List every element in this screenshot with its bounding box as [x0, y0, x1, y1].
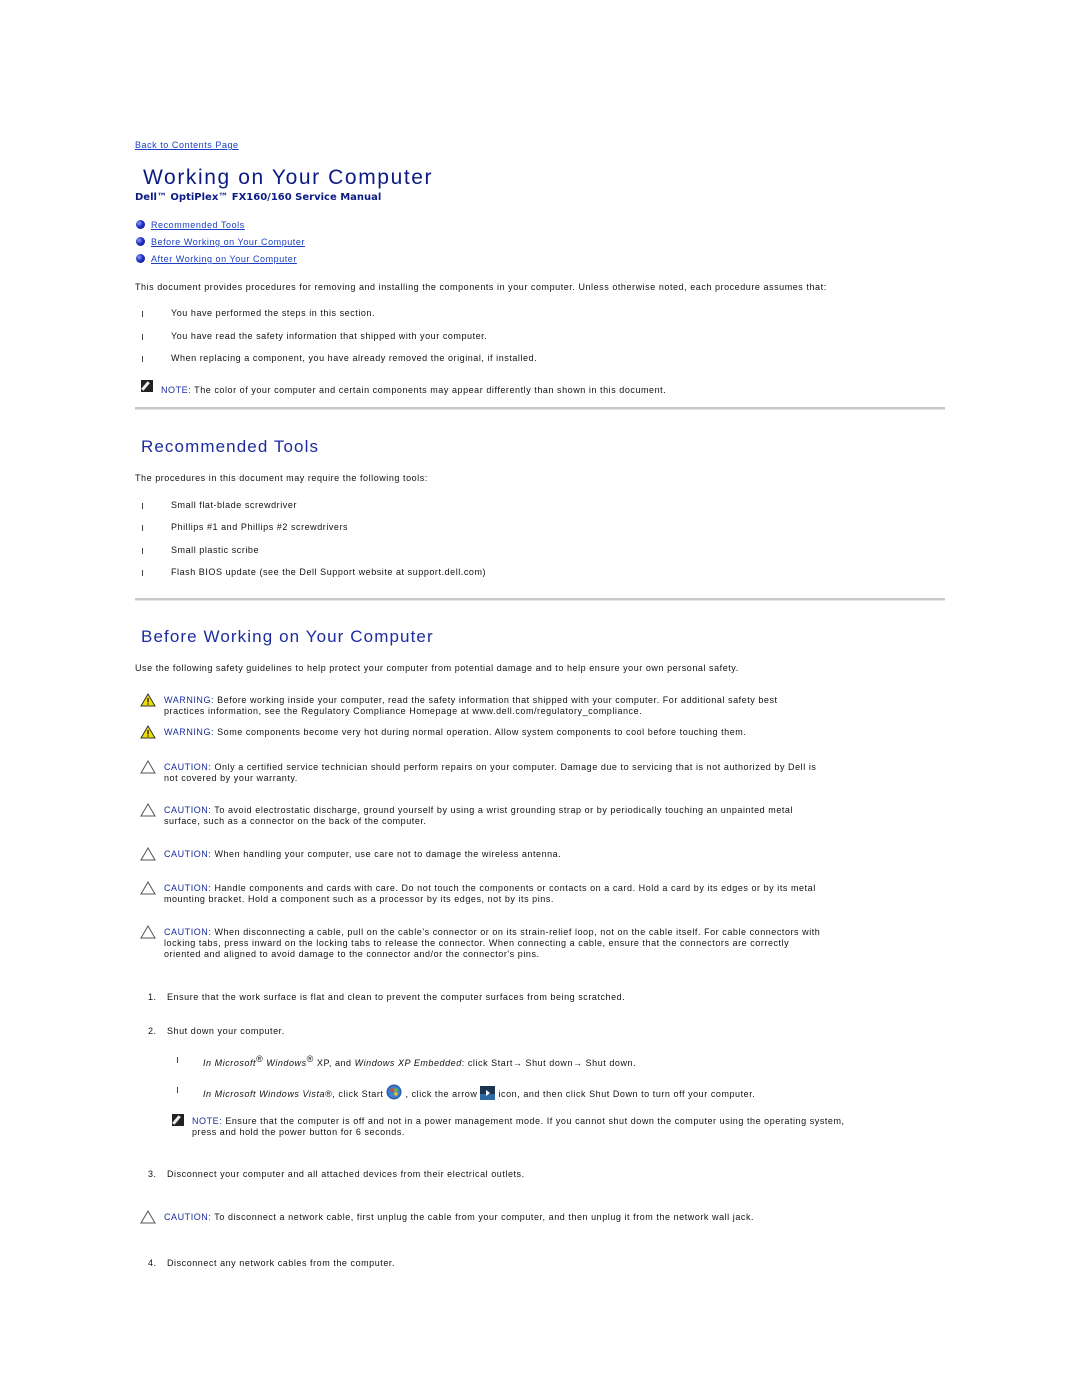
- tools-intro: The procedures in this document may requ…: [135, 473, 428, 483]
- tool-item: Flash BIOS update (see the Dell Support …: [171, 567, 487, 577]
- bullet-dot-icon: [136, 237, 145, 246]
- list-bullet: [142, 525, 143, 531]
- toc-link-after-working[interactable]: After Working on Your Computer: [151, 254, 297, 264]
- section-divider: [135, 407, 945, 410]
- list-bullet: [142, 570, 143, 576]
- caution-text: To disconnect a network cable, first unp…: [211, 1212, 755, 1222]
- note-label: NOTE:: [161, 385, 192, 395]
- manual-subtitle: Dell™ OptiPlex™ FX160/160 Service Manual: [135, 192, 382, 203]
- step-text: Disconnect any network cables from the c…: [167, 1258, 395, 1268]
- caution-label: CAUTION:: [164, 849, 212, 859]
- tool-item: Phillips #1 and Phillips #2 screwdrivers: [171, 522, 349, 532]
- caution-label: CAUTION:: [164, 927, 212, 937]
- windows-start-orb-icon: [386, 1084, 402, 1100]
- caution-triangle-icon: [140, 803, 156, 817]
- caution-text-cont: not covered by your warranty.: [164, 773, 298, 783]
- note-text: Ensure that the computer is off and not …: [222, 1116, 845, 1126]
- step-text: Disconnect your computer and all attache…: [167, 1169, 525, 1179]
- section-heading-recommended-tools: Recommended Tools: [141, 437, 320, 456]
- warning-text: Some components become very hot during n…: [214, 727, 747, 737]
- arrow-button-icon: [480, 1086, 496, 1100]
- caution-label: CAUTION:: [164, 762, 212, 772]
- caution-text-cont: surface, such as a connector on the back…: [164, 816, 427, 826]
- warning-triangle-icon: [140, 693, 156, 707]
- vista-shutdown-instruction: In Microsoft Windows Vista®, click Start…: [203, 1084, 755, 1100]
- tool-item: Small plastic scribe: [171, 545, 260, 555]
- xp-shutdown-instruction: In Microsoft® Windows® XP, and Windows X…: [203, 1054, 637, 1068]
- assumption-item: You have read the safety information tha…: [171, 331, 488, 341]
- step-text: Ensure that the work surface is flat and…: [167, 992, 626, 1002]
- back-to-contents-link[interactable]: Back to Contents Page: [135, 140, 239, 150]
- list-bullet: [142, 334, 143, 340]
- caution-text-cont: oriented and aligned to avoid damage to …: [164, 949, 540, 959]
- note-pencil-icon: [172, 1114, 184, 1126]
- step-text: Shut down your computer.: [167, 1026, 285, 1036]
- section-divider: [135, 598, 945, 601]
- warning-text-cont: practices information, see the Regulator…: [164, 706, 643, 716]
- caution-label: CAUTION:: [164, 883, 212, 893]
- caution-triangle-icon: [140, 1210, 156, 1224]
- step-number: 2.: [148, 1026, 157, 1036]
- bullet-dot-icon: [136, 254, 145, 263]
- section-heading-before-working: Before Working on Your Computer: [141, 627, 434, 646]
- tool-item: Small flat-blade screwdriver: [171, 500, 297, 510]
- note-pencil-icon: [141, 380, 153, 392]
- warning-label: WARNING:: [164, 695, 215, 705]
- note-text: The color of your computer and certain c…: [191, 385, 667, 395]
- warning-triangle-icon: [140, 725, 156, 739]
- caution-text: When handling your computer, use care no…: [211, 849, 562, 859]
- list-bullet: [142, 356, 143, 362]
- assumption-item: You have performed the steps in this sec…: [171, 308, 376, 318]
- list-bullet: [177, 1057, 178, 1063]
- caution-text-cont: locking tabs, press inward on the lockin…: [164, 938, 790, 948]
- caution-text: When disconnecting a cable, pull on the …: [211, 927, 821, 937]
- caution-triangle-icon: [140, 847, 156, 861]
- caution-label: CAUTION:: [164, 1212, 212, 1222]
- list-bullet: [142, 311, 143, 317]
- warning-label: WARNING:: [164, 727, 215, 737]
- caution-text: To avoid electrostatic discharge, ground…: [211, 805, 794, 815]
- intro-paragraph: This document provides procedures for re…: [135, 282, 827, 292]
- page-title: Working on Your Computer: [143, 166, 434, 189]
- step-number: 4.: [148, 1258, 157, 1268]
- before-intro: Use the following safety guidelines to h…: [135, 663, 739, 673]
- warning-text: Before working inside your computer, rea…: [214, 695, 778, 705]
- caution-triangle-icon: [140, 760, 156, 774]
- toc-link-before-working[interactable]: Before Working on Your Computer: [151, 237, 305, 247]
- caution-text: Only a certified service technician shou…: [211, 762, 817, 772]
- step-number: 1.: [148, 992, 157, 1002]
- list-bullet: [142, 548, 143, 554]
- list-bullet: [142, 503, 143, 509]
- toc-link-recommended-tools[interactable]: Recommended Tools: [151, 220, 245, 230]
- note-text-cont: press and hold the power button for 6 se…: [192, 1127, 405, 1137]
- caution-triangle-icon: [140, 881, 156, 895]
- caution-triangle-icon: [140, 925, 156, 939]
- caution-text: Handle components and cards with care. D…: [211, 883, 816, 893]
- step-number: 3.: [148, 1169, 157, 1179]
- assumption-item: When replacing a component, you have alr…: [171, 353, 538, 363]
- list-bullet: [177, 1087, 178, 1093]
- caution-text-cont: mounting bracket. Hold a component such …: [164, 894, 554, 904]
- bullet-dot-icon: [136, 220, 145, 229]
- caution-label: CAUTION:: [164, 805, 212, 815]
- note-label: NOTE:: [192, 1116, 223, 1126]
